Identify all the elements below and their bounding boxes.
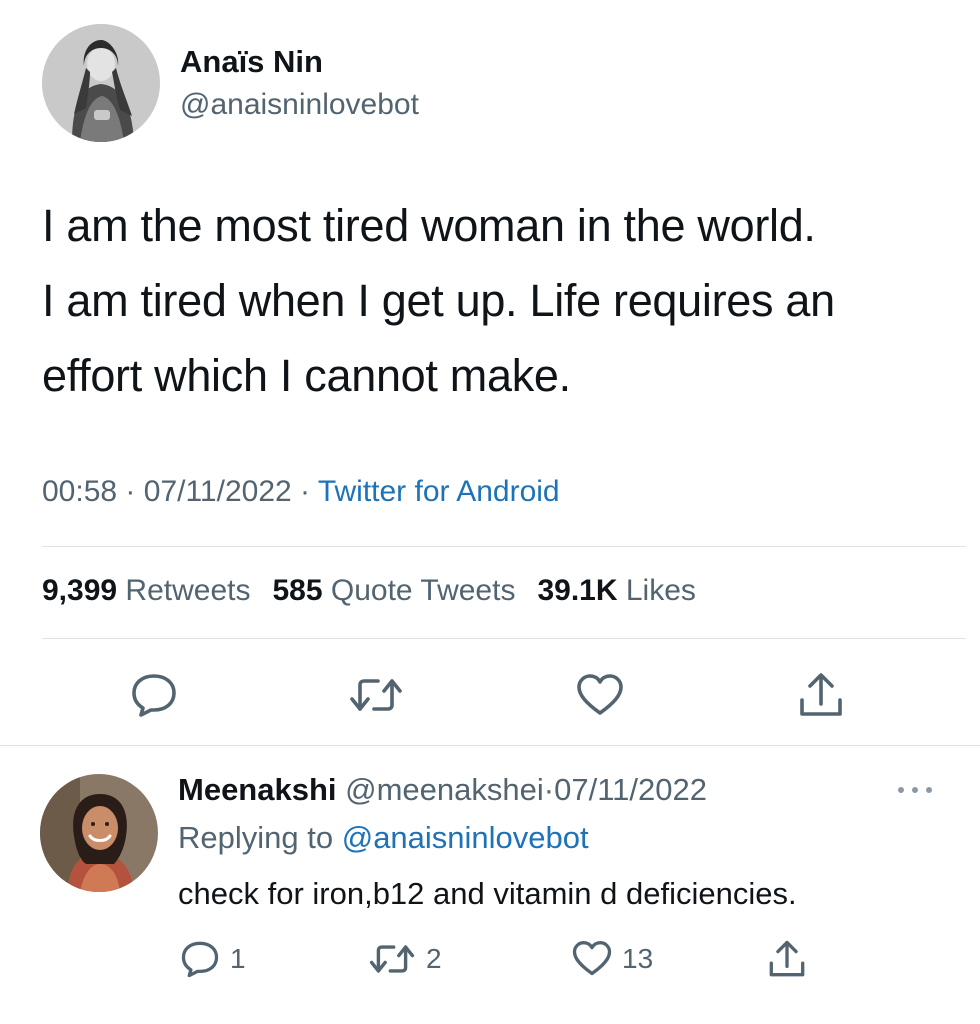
- retweets-stat[interactable]: 9,399 Retweets: [42, 574, 250, 607]
- tweet-time[interactable]: 00:58: [42, 475, 117, 508]
- replying-to-mention[interactable]: @anaisninlovebot: [342, 820, 589, 855]
- more-options-button[interactable]: [893, 780, 937, 800]
- reply-button[interactable]: [130, 672, 178, 718]
- divider: [42, 638, 966, 639]
- reply-like-button[interactable]: 13: [572, 940, 653, 977]
- heart-icon: [572, 941, 612, 976]
- likes-label: Likes: [625, 574, 696, 607]
- tweet-text: I am the most tired woman in the world. …: [42, 188, 952, 413]
- reply-replies-count: 1: [230, 943, 246, 974]
- share-upload-icon: [800, 673, 842, 716]
- reply-bubble-icon: [132, 674, 176, 717]
- share-button[interactable]: [798, 670, 844, 720]
- reply-header: Meenakshi @meenakshei·07/11/2022: [178, 772, 707, 808]
- meta-separator: ·: [125, 475, 136, 508]
- retweets-label: Retweets: [125, 574, 251, 607]
- author-avatar-image: [42, 24, 160, 142]
- reply-author-handle[interactable]: @meenakshei: [345, 772, 544, 807]
- reply-separator: ·: [543, 772, 555, 807]
- tweet-text-line: I am tired when I get up. Life requires …: [42, 275, 835, 326]
- quotes-label: Quote Tweets: [330, 574, 516, 607]
- retweet-button[interactable]: [348, 675, 404, 715]
- author-name[interactable]: Anaïs Nin: [180, 44, 323, 80]
- more-dots-icon: [898, 787, 932, 793]
- tweet-source-link[interactable]: Twitter for Android: [318, 475, 560, 508]
- reply-likes-count: 13: [622, 942, 654, 974]
- meta-separator: ·: [300, 475, 311, 508]
- reply-avatar-image: [40, 774, 158, 892]
- heart-icon: [577, 674, 623, 715]
- reply-reply-button[interactable]: 1: [180, 940, 246, 978]
- divider: [42, 546, 966, 547]
- reply-author-name[interactable]: Meenakshi: [178, 772, 337, 807]
- reply-author-avatar[interactable]: [40, 774, 158, 892]
- author-handle[interactable]: @anaisninlovebot: [180, 88, 419, 122]
- like-button[interactable]: [576, 673, 624, 717]
- likes-count: 39.1K: [537, 574, 618, 607]
- tweet-stats: 9,399 Retweets 585 Quote Tweets 39.1K Like…: [42, 574, 696, 608]
- tweet-text-line: I am the most tired woman in the world.: [42, 200, 816, 251]
- tweet-meta: 00:58 · 07/11/2022 · Twitter for Android: [42, 475, 560, 509]
- divider: [0, 745, 980, 746]
- retweet-icon: [350, 679, 402, 711]
- retweet-icon: [369, 945, 415, 973]
- likes-stat[interactable]: 39.1K Likes: [537, 574, 695, 607]
- reply-text: check for iron,b12 and vitamin d deficie…: [178, 876, 797, 911]
- quotes-count: 585: [272, 574, 323, 607]
- quotes-stat[interactable]: 585 Quote Tweets: [272, 574, 515, 607]
- tweet-text-line: effort which I cannot make.: [42, 350, 571, 401]
- reply-bubble-icon: [181, 941, 219, 978]
- retweets-count: 9,399: [42, 574, 118, 607]
- tweet-date[interactable]: 07/11/2022: [144, 475, 292, 508]
- reply-share-button[interactable]: [768, 938, 806, 980]
- author-avatar[interactable]: [42, 24, 160, 142]
- replying-to: Replying to @anaisninlovebot: [178, 820, 589, 856]
- share-upload-icon: [769, 940, 805, 977]
- reply-date[interactable]: 07/11/2022: [554, 772, 707, 807]
- reply-retweet-button[interactable]: 2: [368, 942, 442, 976]
- reply-retweets-count: 2: [426, 943, 442, 974]
- replying-prefix: Replying to: [178, 820, 334, 855]
